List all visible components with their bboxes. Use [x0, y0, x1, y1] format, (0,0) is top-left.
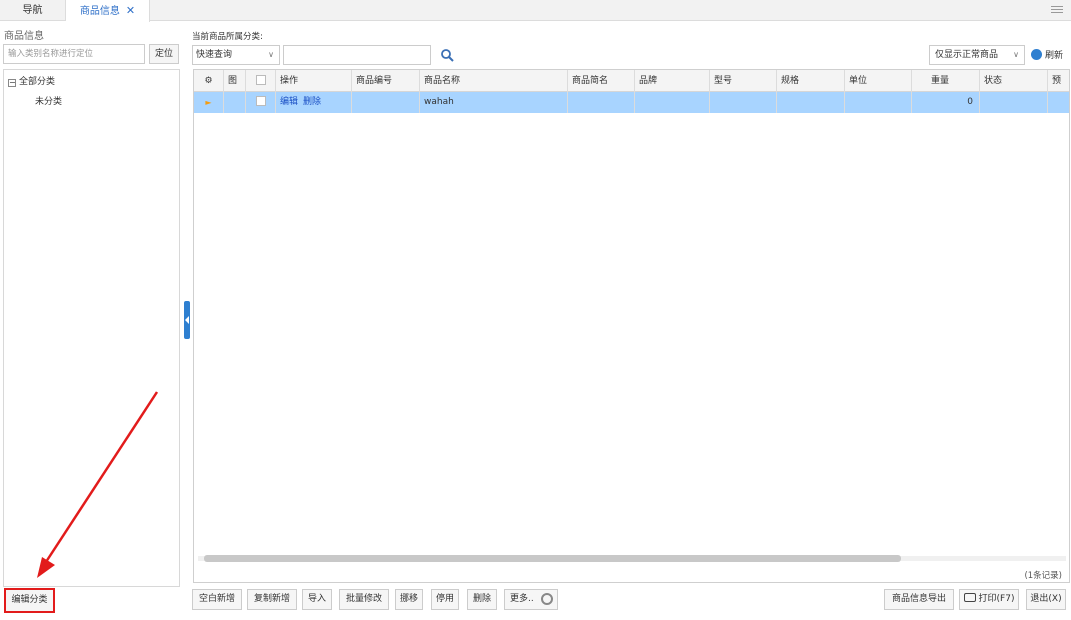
col-unit[interactable]: 单位 [845, 70, 912, 92]
refresh-icon [1031, 49, 1042, 60]
table-row[interactable]: ► 编辑 删除 wahah 0 [194, 92, 1069, 113]
tab-product-info[interactable]: 商品信息 ✕ [66, 0, 150, 22]
printer-icon [963, 593, 976, 602]
menu-icon[interactable] [1051, 4, 1063, 16]
gear-icon[interactable] [541, 593, 553, 605]
cell-more [1048, 92, 1069, 113]
tab-navigation[interactable]: 导航 [0, 0, 66, 21]
col-model[interactable]: 型号 [710, 70, 777, 92]
panel-title: 商品信息 [4, 31, 44, 42]
settings-gear-icon[interactable]: ⚙ [194, 70, 224, 92]
main-panel: 当前商品所属分类: 快速查询 ∨ 仅显示正常商品 ∨ 刷新 ⚙ 图 操作 商品编号 … [192, 22, 1071, 620]
tab-bar: 导航 商品信息 ✕ [0, 0, 1071, 22]
col-code[interactable]: 商品编号 [352, 70, 420, 92]
tab-product-info-label: 商品信息 [79, 6, 120, 17]
quick-search-value: 快速查询 [196, 50, 233, 60]
cell-model [710, 92, 777, 113]
cell-brand [635, 92, 710, 113]
refresh-button[interactable]: 刷新 [1031, 48, 1063, 61]
scrollbar-thumb[interactable] [204, 555, 901, 562]
cell-name: wahah [420, 92, 568, 113]
edit-category-button[interactable]: 编辑分类 [4, 588, 55, 613]
cell-weight: 0 [912, 92, 980, 113]
bottom-toolbar: 空白新增 复制新增 导入 批量修改 挪移 停用 删除 更多.. 商品信息导出 打… [192, 589, 1071, 611]
delete-button[interactable]: 删除 [467, 589, 497, 610]
category-locate-input[interactable] [3, 44, 145, 64]
tree-node-all[interactable]: − 全部分类 [8, 74, 55, 87]
select-all-checkbox[interactable] [246, 70, 276, 92]
category-panel: 商品信息 定位 −全部分类 未分类 编辑分类 [0, 22, 183, 620]
more-label: 更多.. [510, 594, 534, 604]
cell-short-name [568, 92, 635, 113]
col-status[interactable]: 状态 [980, 70, 1048, 92]
table-header: ⚙ 图 操作 商品编号 商品名称 商品简名 品牌 型号 规格 单位 重量 状态 … [194, 70, 1069, 92]
product-table: ⚙ 图 操作 商品编号 商品名称 商品简名 品牌 型号 规格 单位 重量 状态 … [193, 69, 1070, 583]
batch-edit-button[interactable]: 批量修改 [339, 589, 389, 610]
current-category-label: 当前商品所属分类: [192, 32, 263, 42]
row-pointer-icon: ► [194, 92, 224, 113]
disable-button[interactable]: 停用 [431, 589, 459, 610]
col-brand[interactable]: 品牌 [635, 70, 710, 92]
copy-add-button[interactable]: 复制新增 [247, 589, 297, 610]
collapse-splitter[interactable] [184, 301, 190, 339]
blank-add-button[interactable]: 空白新增 [192, 589, 242, 610]
close-icon[interactable]: ✕ [126, 4, 135, 17]
search-input[interactable] [283, 45, 431, 65]
edit-link[interactable]: 编辑 [280, 97, 298, 107]
chevron-down-icon: ∨ [1013, 50, 1019, 59]
status-filter-value: 仅显示正常商品 [935, 50, 999, 60]
col-short-name[interactable]: 商品简名 [568, 70, 635, 92]
print-label: 打印(F7) [978, 594, 1015, 604]
col-name[interactable]: 商品名称 [420, 70, 568, 92]
chevron-down-icon: ∨ [268, 50, 274, 59]
more-button[interactable]: 更多.. [504, 589, 558, 610]
export-button[interactable]: 商品信息导出 [884, 589, 954, 610]
category-tree: − 全部分类 未分类 [3, 69, 180, 587]
move-button[interactable]: 挪移 [395, 589, 423, 610]
horizontal-scrollbar[interactable] [198, 554, 1066, 563]
row-checkbox[interactable] [246, 92, 276, 113]
row-actions: 编辑 删除 [276, 92, 352, 113]
refresh-label: 刷新 [1045, 51, 1064, 61]
collapse-icon[interactable]: − [8, 79, 16, 87]
record-count: (1条记录) [1024, 571, 1062, 581]
exit-button[interactable]: 退出(X) [1026, 589, 1066, 610]
quick-search-select[interactable]: 快速查询 ∨ [192, 45, 280, 65]
import-button[interactable]: 导入 [302, 589, 332, 610]
print-button[interactable]: 打印(F7) [959, 589, 1019, 610]
col-spec[interactable]: 规格 [777, 70, 845, 92]
status-filter-select[interactable]: 仅显示正常商品 ∨ [929, 45, 1025, 65]
delete-link[interactable]: 删除 [303, 97, 321, 107]
col-actions: 操作 [276, 70, 352, 92]
tree-node-uncategorized[interactable]: 未分类 [35, 94, 62, 107]
cell-unit [845, 92, 912, 113]
search-icon[interactable] [440, 48, 454, 62]
col-image: 图 [224, 70, 246, 92]
tree-node-all-label: 全部分类 [19, 77, 56, 87]
col-more[interactable]: 预 [1048, 70, 1069, 92]
col-weight[interactable]: 重量 [912, 70, 980, 92]
locate-button[interactable]: 定位 [149, 44, 179, 64]
cell-code [352, 92, 420, 113]
row-image [224, 92, 246, 113]
cell-status [980, 92, 1048, 113]
cell-spec [777, 92, 845, 113]
